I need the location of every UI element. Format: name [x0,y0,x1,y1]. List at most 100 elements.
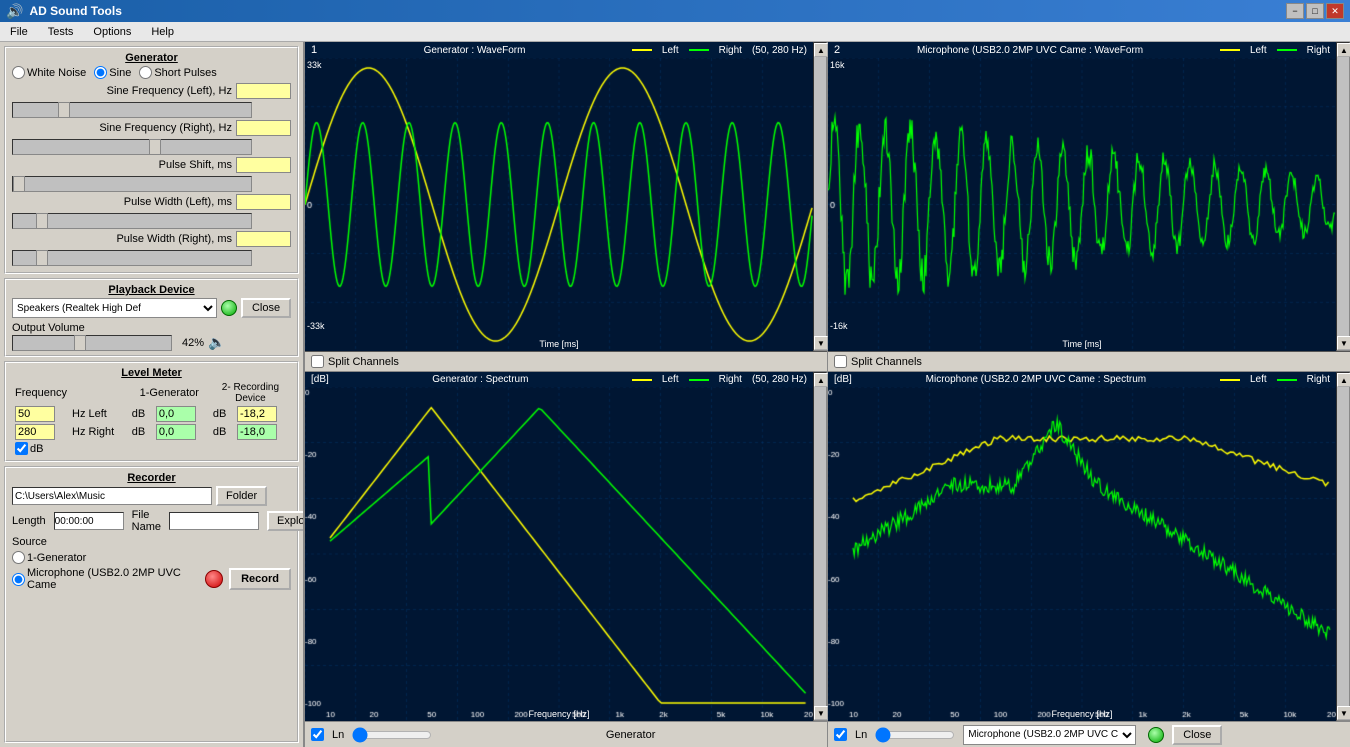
wf2-scrollbar[interactable]: ▲ ▼ [1336,42,1350,351]
playback-device-row: Speakers (Realtek High Def Close [12,298,291,318]
chart2-close-button[interactable]: Close [1172,725,1222,745]
recorder-path-input[interactable] [12,487,212,505]
minimize-button[interactable]: − [1286,3,1304,19]
db-checkbox-label[interactable]: dB [15,442,288,455]
volume-row: Output Volume [12,322,291,334]
hz-right-label: Hz Right [69,423,129,441]
wf1-scrollbar[interactable]: ▲ ▼ [813,42,827,351]
sine-freq-right-input[interactable]: 280 [236,120,291,136]
pulse-width-left-slider[interactable] [12,213,252,229]
freq-right-input[interactable] [15,424,55,440]
spectrum-2-panel: [dB] Microphone (USB2.0 2MP UVC Came : S… [828,372,1336,721]
pulse-shift-slider[interactable] [12,176,252,192]
menu-options[interactable]: Options [87,24,137,40]
gen-db-left-input[interactable] [156,406,196,422]
bottom-bar-1: Ln Generator [305,721,827,747]
spectrum-2-canvas-area: Frequency [Hz] [828,387,1336,721]
waveform-1-container: 1 Generator : WaveForm Left Right (50, 2… [305,42,827,352]
chart2-wf-title: Microphone (USB2.0 2MP UVC Came : WaveFo… [917,45,1143,56]
scroll-up-arrow[interactable]: ▲ [814,43,828,57]
close-button[interactable]: ✕ [1326,3,1344,19]
playback-close-button[interactable]: Close [241,298,291,318]
generator-title: Generator [12,52,291,64]
window-controls: − □ ✕ [1286,3,1344,19]
source-radio-generator[interactable]: 1-Generator [12,551,86,564]
chart2-legend: Left Right [1220,45,1330,56]
recorder-title: Recorder [12,472,291,484]
menu-tests[interactable]: Tests [42,24,80,40]
sp1-title: Generator : Spectrum [432,374,528,385]
radio-short-pulses[interactable]: Short Pulses [139,66,216,79]
rec-db-left-input[interactable] [237,406,277,422]
spectrum-1-panel: [dB] Generator : Spectrum Left Right (50… [305,372,813,721]
sp1-scrollbar[interactable]: ▲ ▼ [813,372,827,721]
freq-left-input[interactable] [15,406,55,422]
sp2-scroll-down[interactable]: ▼ [1337,706,1350,720]
spectrum-1-container: [dB] Generator : Spectrum Left Right (50… [305,372,827,721]
record-button[interactable]: Record [229,568,291,590]
scroll-down-arrow[interactable]: ▼ [814,336,828,350]
db-label-4: dB [210,423,234,441]
sp2-scrollbar[interactable]: ▲ ▼ [1336,372,1350,721]
waveform-1-canvas-area: 33k -33k Time [ms] [305,58,813,351]
playback-device-select[interactable]: Speakers (Realtek High Def [12,298,217,318]
chart2-number: 2 [834,44,840,56]
wf2-scroll-down[interactable]: ▼ [1337,336,1350,350]
ln-checkbox-2[interactable] [834,728,847,741]
explorer-button[interactable]: Explorer [267,511,305,531]
db-label-3: dB [210,405,234,423]
db-checkbox[interactable] [15,442,28,455]
recorder-section: Recorder Folder Length File Name Explore… [4,466,299,743]
radio-white-noise[interactable]: White Noise [12,66,86,79]
volume-slider[interactable] [12,335,172,351]
folder-button[interactable]: Folder [216,486,267,506]
sine-freq-left-input[interactable]: 50 [236,83,291,99]
split-channels-1-checkbox[interactable] [311,355,324,368]
split-channels-2-checkbox[interactable] [834,355,847,368]
spectrum-2-header: [dB] Microphone (USB2.0 2MP UVC Came : S… [828,372,1336,387]
waveform-1-canvas [305,58,813,351]
ln-checkbox-1[interactable] [311,728,324,741]
maximize-button[interactable]: □ [1306,3,1324,19]
menu-bar: File Tests Options Help [0,22,1350,42]
menu-file[interactable]: File [4,24,34,40]
pulse-shift-input[interactable]: 0,00 [236,157,291,173]
sine-freq-left-label: Sine Frequency (Left), Hz [12,85,232,97]
sp1-scroll-up[interactable]: ▲ [814,373,828,387]
wf1-xlabel: Time [ms] [539,339,578,349]
volume-slider-row: 42% 🔈 [12,334,291,351]
ln-slider-1[interactable] [352,728,432,742]
chart-col-2: 2 Microphone (USB2.0 2MP UVC Came : Wave… [828,42,1350,747]
gen-db-right-input[interactable] [156,424,196,440]
pulse-width-left-row: Pulse Width (Left), ms 0,023 [12,194,291,210]
length-input[interactable] [54,512,124,530]
radio-sine[interactable]: Sine [94,66,131,79]
source-radio-mic[interactable]: Microphone (USB2.0 2MP UVC Came [12,567,199,591]
sp1-legend-right-line [689,379,709,381]
ln-slider-2[interactable] [875,728,955,742]
mic-device-selector[interactable]: Microphone (USB2.0 2MP UVC C [963,725,1136,745]
legend-right-line [689,49,709,51]
pulse-width-left-input[interactable]: 0,023 [236,194,291,210]
waveform-2-canvas [828,58,1336,351]
filename-input[interactable] [169,512,259,530]
hz-left-label: Hz Left [69,405,129,423]
sine-freq-left-slider[interactable] [12,102,252,118]
spectrum-1-canvas-area: Frequency [Hz] [305,387,813,721]
title-bar: 🔊 AD Sound Tools − □ ✕ [0,0,1350,22]
sp2-scroll-up[interactable]: ▲ [1337,373,1350,387]
level-meter-title: Level Meter [12,367,291,379]
pulse-width-right-input[interactable]: 0,023 [236,231,291,247]
pulse-width-right-slider[interactable] [12,250,252,266]
wf2-scroll-up[interactable]: ▲ [1337,43,1350,57]
sine-freq-right-slider[interactable] [12,139,252,155]
wf2-ymax: 16k [830,60,845,70]
main-layout: Generator White Noise Sine Short Pulses … [0,42,1350,747]
charts-area: 1 Generator : WaveForm Left Right (50, 2… [305,42,1350,747]
waveform-1-panel: 1 Generator : WaveForm Left Right (50, 2… [305,42,813,351]
chart1-legend: Left Right (50, 280 Hz) [632,45,807,56]
menu-help[interactable]: Help [145,24,180,40]
sp1-scroll-down[interactable]: ▼ [814,706,828,720]
rec-db-right-input[interactable] [237,424,277,440]
waveform-2-canvas-area: 16k -16k Time [ms] [828,58,1336,351]
